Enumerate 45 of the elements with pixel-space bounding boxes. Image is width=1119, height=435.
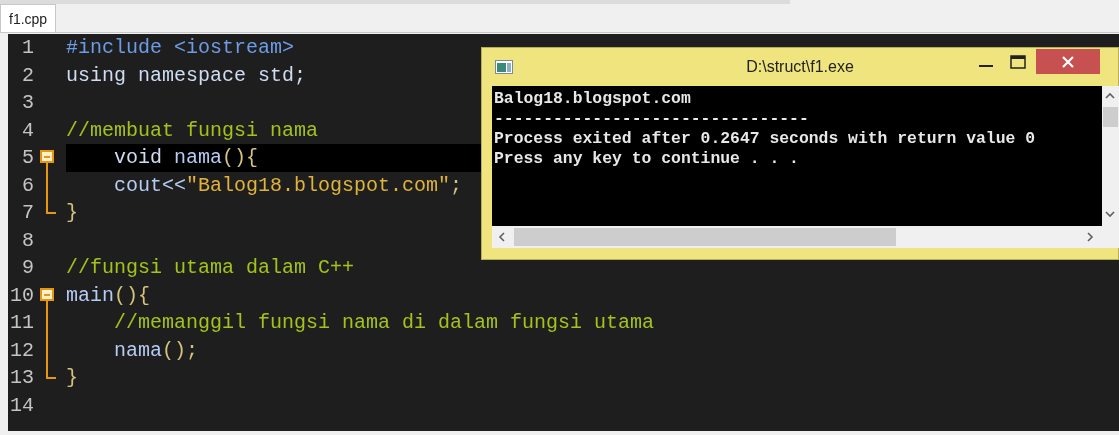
line-number: 6 [21, 173, 34, 197]
code-line: #include <iostream> [66, 36, 295, 60]
file-tab[interactable]: f1.cpp [0, 4, 57, 32]
code-line: nama(); [113, 338, 199, 362]
minimize-icon [979, 64, 993, 67]
line-number: 8 [21, 228, 34, 252]
line-number: 9 [21, 256, 34, 280]
line-number: 1 [21, 36, 34, 60]
line-number: 10 [9, 283, 34, 307]
line-number: 2 [21, 63, 34, 87]
code-line: //membuat fungsi nama [66, 118, 319, 142]
scroll-left-icon[interactable] [496, 231, 508, 243]
scroll-thumb[interactable] [1103, 107, 1118, 127]
code-line: //memanggil fungsi nama di dalam fungsi utama [113, 311, 655, 335]
close-icon [1062, 55, 1074, 68]
line-number: 5 [21, 146, 34, 170]
line-number: 7 [21, 201, 34, 225]
close-button[interactable] [1036, 49, 1100, 74]
line-number: 12 [9, 338, 34, 362]
fold-toggle[interactable] [40, 150, 54, 163]
horizontal-scrollbar[interactable] [492, 226, 1119, 248]
code-line: } [66, 366, 78, 390]
fold-toggle[interactable] [40, 287, 54, 301]
output-line: Balog18.blogspot.com [494, 89, 692, 109]
code-line: } [66, 201, 78, 225]
line-number: 14 [9, 393, 34, 417]
code-line: using namespace std; [66, 63, 307, 87]
window-title: D:\struct\f1.exe [746, 58, 854, 76]
code-line: main(){ [66, 283, 151, 307]
output-line: Process exited after 0.2647 seconds with return value 0 [494, 129, 1036, 149]
line-number: 11 [9, 311, 34, 335]
vertical-scrollbar[interactable] [1102, 86, 1119, 226]
scroll-down-icon[interactable] [1104, 208, 1116, 220]
scroll-thumb[interactable] [514, 228, 896, 246]
code-line: //fungsi utama dalam C++ [66, 256, 355, 280]
output-line: Press any key to continue . . . [494, 149, 800, 169]
code-line: cout<<"Balog18.blogspot.com"; [113, 173, 463, 197]
app-icon [495, 60, 513, 74]
line-number: 3 [21, 91, 34, 115]
scroll-right-icon[interactable] [1084, 231, 1096, 243]
line-number: 4 [21, 118, 34, 142]
line-number: 13 [9, 366, 34, 390]
code-line: void nama(){ [113, 146, 259, 170]
output-line: -------------------------------- [494, 109, 810, 129]
maximize-icon [1010, 54, 1026, 69]
